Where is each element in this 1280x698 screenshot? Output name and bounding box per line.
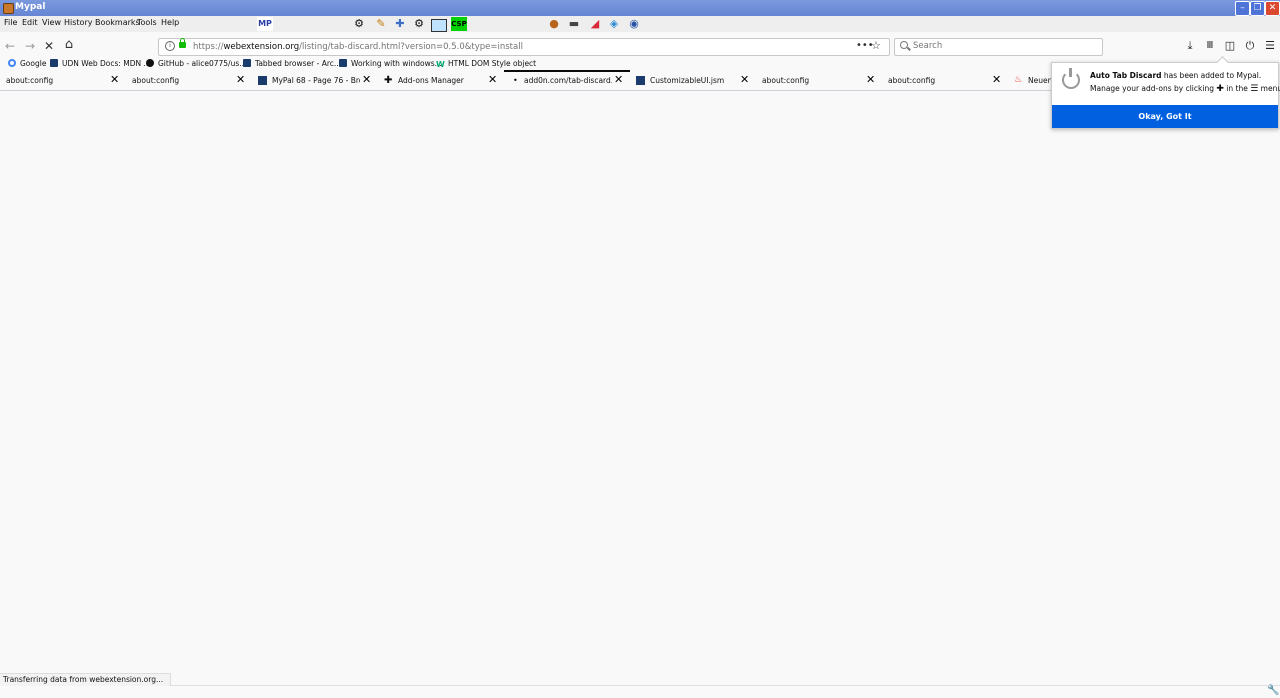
search-icon: [900, 41, 908, 49]
bookmark-udn[interactable]: UDN Web Docs: MDN ...: [50, 58, 151, 70]
close-tab-icon[interactable]: ✕: [362, 74, 371, 86]
google-icon: [8, 59, 16, 67]
close-window-button[interactable]: ✕: [1265, 1, 1280, 16]
bookmark-html-dom-style[interactable]: W HTML DOM Style object: [436, 58, 536, 70]
w3-icon: W: [436, 60, 445, 69]
tab-about-config-2[interactable]: about:config ✕: [126, 71, 252, 89]
window-title: Mypal: [15, 2, 46, 12]
forward-icon[interactable]: →: [22, 38, 38, 54]
okay-got-it-button[interactable]: Okay, Got It: [1052, 105, 1278, 128]
sync-icon[interactable]: ◈: [607, 17, 621, 31]
tab-tab-discard[interactable]: • add0n.com/tab-discard.htm ✕: [504, 70, 630, 90]
tab-label: CustomizableUI.jsm: [650, 76, 725, 85]
url-bar[interactable]: i https://webextension.org/listing/tab-d…: [158, 38, 890, 56]
tab-label: about:config: [6, 76, 54, 85]
downloads-icon[interactable]: ⤓: [1183, 39, 1197, 53]
close-tab-icon[interactable]: ✕: [488, 74, 497, 86]
tab-about-config-3[interactable]: about:config ✕: [756, 71, 882, 89]
menu-bookmarks[interactable]: Bookmarks: [95, 18, 140, 27]
home-icon[interactable]: ⌂: [61, 37, 77, 53]
tab-label: about:config: [132, 76, 180, 85]
loading-icon: •: [513, 76, 518, 85]
status-panel: Transferring data from webextension.org.…: [0, 673, 171, 686]
bookmark-google[interactable]: Google: [8, 58, 46, 70]
page-icon: [339, 59, 347, 67]
close-tab-icon[interactable]: ✕: [866, 74, 875, 86]
paint-icon[interactable]: ◢: [588, 17, 602, 31]
fire-icon: ♨: [1014, 75, 1023, 85]
scanner-icon[interactable]: ▬: [567, 17, 581, 31]
tab-customizableui[interactable]: CustomizableUI.jsm ✕: [630, 71, 756, 89]
gear-icon[interactable]: ⚙: [352, 17, 366, 31]
search-bar[interactable]: [894, 38, 1103, 56]
page-icon: [636, 76, 645, 85]
close-tab-icon[interactable]: ✕: [236, 74, 245, 86]
page-icon: [243, 59, 251, 67]
status-text: Transferring data from webextension.org.…: [3, 675, 164, 684]
bottom-bar: [0, 685, 1280, 698]
tab-label: about:config: [762, 76, 810, 85]
menu-tools[interactable]: Tools: [137, 18, 157, 27]
menu-bar: File Edit View History Bookmarks Tools H…: [0, 16, 1280, 32]
close-tab-icon[interactable]: ✕: [614, 74, 623, 86]
tab-label: MyPal 68 - Page 76 - Browse: [272, 76, 360, 85]
search-input[interactable]: [913, 40, 1093, 52]
manage-addons-message: Manage your add-ons by clicking ✚ in the…: [1090, 84, 1280, 94]
window-titlebar: Mypal – ❐ ✕: [0, 0, 1280, 16]
tab-label: Add-ons Manager: [398, 76, 464, 85]
gear-icon[interactable]: ⚙: [412, 17, 426, 31]
wrench-icon[interactable]: 🔧: [1267, 685, 1279, 696]
menu-edit[interactable]: Edit: [22, 18, 38, 27]
menu-help[interactable]: Help: [161, 18, 179, 27]
addon-installed-popup: Auto Tab Discard has been added to Mypal…: [1051, 62, 1280, 129]
bookmark-github[interactable]: GitHub - alice0775/us...: [146, 58, 246, 70]
close-tab-icon[interactable]: ✕: [992, 74, 1001, 86]
menu-history[interactable]: History: [64, 18, 92, 27]
github-icon: [146, 59, 154, 67]
bookmark-tabbed-browser[interactable]: Tabbed browser - Arc...: [243, 58, 341, 70]
url-text[interactable]: https://webextension.org/listing/tab-dis…: [193, 42, 523, 52]
bookmark-working-with-windows[interactable]: Working with windows...: [339, 58, 442, 70]
close-tab-icon[interactable]: ✕: [110, 74, 119, 86]
udn-icon: [50, 59, 58, 67]
globe-icon[interactable]: ◉: [627, 17, 641, 31]
tab-label: Neuen Ta: [1028, 76, 1052, 85]
tab-mypal-forum[interactable]: MyPal 68 - Page 76 - Browse ✕: [252, 71, 378, 89]
bookmark-star-icon[interactable]: ☆: [871, 39, 881, 52]
back-icon[interactable]: ←: [2, 38, 18, 54]
power-icon[interactable]: ⏻: [1243, 39, 1257, 53]
puzzle-icon: ✚: [1216, 84, 1224, 94]
sidebar-icon[interactable]: ◫: [1223, 39, 1237, 53]
tab-label: add0n.com/tab-discard.htm: [524, 76, 612, 85]
menu-view[interactable]: View: [42, 18, 61, 27]
addon-added-message: Auto Tab Discard has been added to Mypal…: [1090, 71, 1262, 80]
page-icon: [258, 76, 267, 85]
close-tab-icon[interactable]: ✕: [740, 74, 749, 86]
puzzle-icon[interactable]: ✚: [393, 17, 407, 31]
lock-icon[interactable]: [179, 38, 186, 48]
tab-new-tab[interactable]: ♨ Neuen Ta: [1008, 71, 1052, 89]
window-icon[interactable]: [431, 19, 447, 32]
tab-about-config-1[interactable]: about:config ✕: [0, 71, 126, 89]
library-icon[interactable]: Ⅲ: [1203, 39, 1217, 53]
stop-icon[interactable]: ✕: [41, 38, 57, 54]
mp-icon[interactable]: MP: [257, 17, 273, 31]
restore-button[interactable]: ❐: [1250, 1, 1265, 16]
menu-file[interactable]: File: [4, 18, 17, 27]
power-icon: [1062, 68, 1080, 89]
minimize-button[interactable]: –: [1235, 1, 1250, 16]
csp-icon[interactable]: CSP: [451, 17, 467, 31]
tab-about-config-4[interactable]: about:config ✕: [882, 71, 1008, 89]
tab-addons-manager[interactable]: ✚ Add-ons Manager ✕: [378, 71, 504, 89]
info-icon[interactable]: i: [165, 41, 175, 51]
cookie-icon[interactable]: ●: [547, 17, 561, 31]
app-icon: [3, 3, 14, 14]
tab-label: about:config: [888, 76, 936, 85]
edit-icon[interactable]: ✎: [374, 17, 388, 31]
puzzle-icon: ✚: [384, 75, 393, 86]
hamburger-menu-icon[interactable]: ☰: [1263, 39, 1277, 53]
